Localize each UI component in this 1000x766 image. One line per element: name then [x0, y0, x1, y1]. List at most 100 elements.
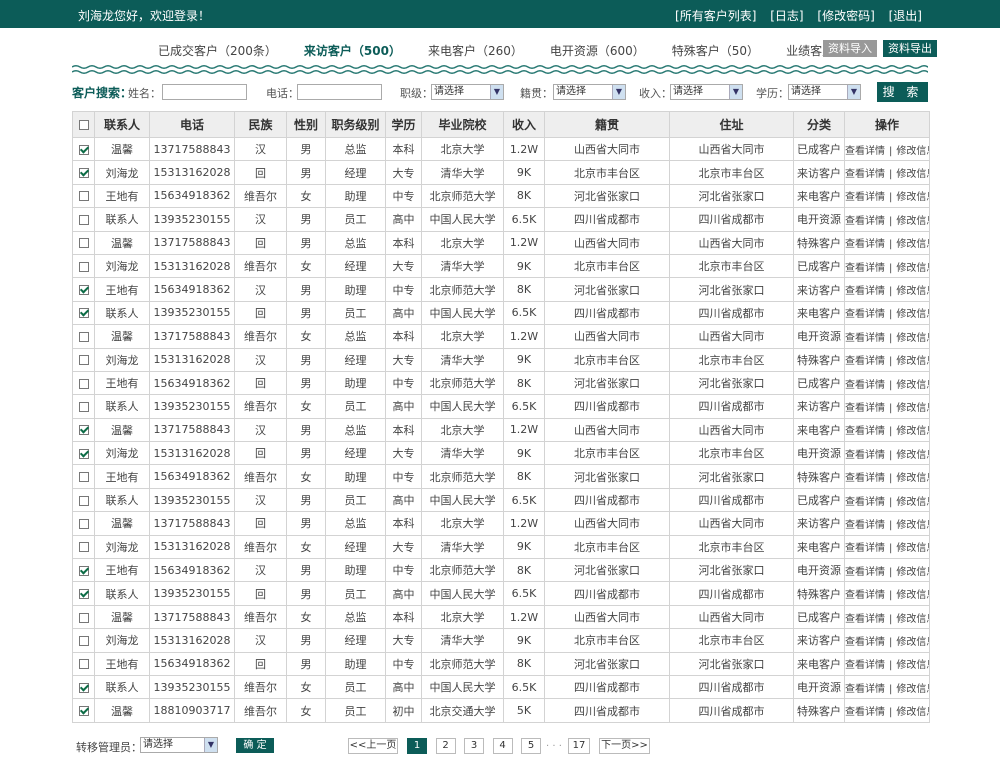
- view-details-link[interactable]: 查看详情: [846, 380, 886, 391]
- row-checkbox[interactable]: [78, 565, 89, 576]
- view-details-link[interactable]: 查看详情: [846, 216, 886, 227]
- edit-info-link[interactable]: 修改信息: [896, 497, 928, 508]
- view-details-link[interactable]: 查看详情: [846, 543, 886, 554]
- level-select[interactable]: 请选择 ▼: [431, 84, 504, 100]
- edit-info-link[interactable]: 修改信息: [896, 216, 928, 227]
- row-checkbox[interactable]: [78, 285, 89, 296]
- edit-info-link[interactable]: 修改信息: [896, 333, 928, 344]
- row-checkbox[interactable]: [78, 425, 89, 436]
- link-all-customers[interactable]: [所有客户列表]: [675, 9, 756, 23]
- view-details-link[interactable]: 查看详情: [846, 660, 886, 671]
- row-checkbox[interactable]: [78, 191, 89, 202]
- edit-info-link[interactable]: 修改信息: [896, 380, 928, 391]
- tab-3[interactable]: 电开资源（600）: [550, 42, 645, 58]
- page-last[interactable]: 17: [568, 738, 590, 754]
- tab-1[interactable]: 来访客户（500）: [304, 42, 401, 58]
- page-2-button[interactable]: 2: [435, 738, 456, 754]
- edit-info-link[interactable]: 修改信息: [896, 286, 928, 297]
- page-3-button[interactable]: 3: [464, 738, 484, 754]
- search-button[interactable]: 搜 索: [877, 82, 928, 102]
- next-page-button[interactable]: 下一页>>: [599, 738, 650, 754]
- export-button[interactable]: 资料导出: [883, 40, 937, 57]
- view-details-link[interactable]: 查看详情: [846, 567, 886, 578]
- edu-select[interactable]: 请选择 ▼: [788, 84, 861, 100]
- edit-info-link[interactable]: 修改信息: [896, 637, 928, 648]
- edit-info-link[interactable]: 修改信息: [896, 473, 928, 484]
- page-1-button[interactable]: 1: [407, 738, 427, 754]
- prev-page-button[interactable]: <<上一页: [348, 738, 398, 754]
- row-checkbox[interactable]: [78, 238, 89, 249]
- row-checkbox[interactable]: [78, 378, 89, 389]
- row-checkbox[interactable]: [78, 214, 89, 225]
- link-change-password[interactable]: [修改密码]: [817, 9, 874, 23]
- view-details-link[interactable]: 查看详情: [846, 426, 886, 437]
- view-details-link[interactable]: 查看详情: [846, 333, 886, 344]
- tab-4[interactable]: 特殊客户（50）: [672, 42, 759, 58]
- edit-info-link[interactable]: 修改信息: [896, 543, 928, 554]
- row-checkbox[interactable]: [78, 612, 89, 623]
- link-log[interactable]: [日志]: [770, 9, 803, 23]
- row-checkbox[interactable]: [78, 401, 89, 412]
- view-details-link[interactable]: 查看详情: [846, 497, 886, 508]
- edit-info-link[interactable]: 修改信息: [896, 426, 928, 437]
- edit-info-link[interactable]: 修改信息: [896, 684, 928, 695]
- row-checkbox[interactable]: [78, 706, 89, 717]
- view-details-link[interactable]: 查看详情: [846, 309, 886, 320]
- view-details-link[interactable]: 查看详情: [846, 450, 886, 461]
- view-details-link[interactable]: 查看详情: [846, 286, 886, 297]
- view-details-link[interactable]: 查看详情: [846, 590, 886, 601]
- view-details-link[interactable]: 查看详情: [846, 637, 886, 648]
- edit-info-link[interactable]: 修改信息: [896, 403, 928, 414]
- view-details-link[interactable]: 查看详情: [846, 403, 886, 414]
- row-checkbox[interactable]: [78, 682, 89, 693]
- view-details-link[interactable]: 查看详情: [846, 707, 886, 718]
- edit-info-link[interactable]: 修改信息: [896, 309, 928, 320]
- select-all-checkbox[interactable]: [78, 120, 89, 130]
- edit-info-link[interactable]: 修改信息: [896, 192, 928, 203]
- edit-info-link[interactable]: 修改信息: [896, 450, 928, 461]
- row-checkbox[interactable]: [78, 308, 89, 319]
- edit-info-link[interactable]: 修改信息: [896, 614, 928, 625]
- row-checkbox[interactable]: [78, 542, 89, 553]
- view-details-link[interactable]: 查看详情: [846, 169, 886, 180]
- tab-2[interactable]: 来电客户（260）: [428, 42, 523, 58]
- row-checkbox[interactable]: [78, 144, 89, 155]
- row-checkbox[interactable]: [78, 635, 89, 646]
- phone-input[interactable]: [297, 84, 382, 100]
- view-details-link[interactable]: 查看详情: [846, 473, 886, 484]
- view-details-link[interactable]: 查看详情: [846, 263, 886, 274]
- edit-info-link[interactable]: 修改信息: [896, 263, 928, 274]
- edit-info-link[interactable]: 修改信息: [896, 707, 928, 718]
- view-details-link[interactable]: 查看详情: [846, 520, 886, 531]
- view-details-link[interactable]: 查看详情: [846, 356, 886, 367]
- edit-info-link[interactable]: 修改信息: [896, 660, 928, 671]
- transfer-select[interactable]: 请选择 ▼: [140, 737, 218, 753]
- row-checkbox[interactable]: [78, 518, 89, 529]
- tab-0[interactable]: 已成交客户（200条）: [158, 42, 277, 58]
- edit-info-link[interactable]: 修改信息: [896, 567, 928, 578]
- row-checkbox[interactable]: [78, 589, 89, 600]
- confirm-button[interactable]: 确 定: [236, 738, 274, 753]
- view-details-link[interactable]: 查看详情: [846, 192, 886, 203]
- edit-info-link[interactable]: 修改信息: [896, 169, 928, 180]
- row-checkbox[interactable]: [78, 659, 89, 670]
- link-logout[interactable]: [退出]: [889, 9, 922, 23]
- row-checkbox[interactable]: [78, 331, 89, 342]
- row-checkbox[interactable]: [78, 261, 89, 272]
- row-checkbox[interactable]: [78, 355, 89, 366]
- row-checkbox[interactable]: [78, 495, 89, 506]
- page-5-button[interactable]: 5: [521, 738, 541, 754]
- view-details-link[interactable]: 查看详情: [846, 146, 886, 157]
- view-details-link[interactable]: 查看详情: [846, 614, 886, 625]
- origin-select[interactable]: 请选择 ▼: [553, 84, 626, 100]
- row-checkbox[interactable]: [78, 472, 89, 483]
- income-select[interactable]: 请选择 ▼: [670, 84, 743, 100]
- edit-info-link[interactable]: 修改信息: [896, 146, 928, 157]
- view-details-link[interactable]: 查看详情: [846, 239, 886, 250]
- edit-info-link[interactable]: 修改信息: [896, 520, 928, 531]
- row-checkbox[interactable]: [78, 168, 89, 179]
- edit-info-link[interactable]: 修改信息: [896, 239, 928, 250]
- view-details-link[interactable]: 查看详情: [846, 684, 886, 695]
- page-4-button[interactable]: 4: [492, 738, 513, 754]
- row-checkbox[interactable]: [78, 448, 89, 459]
